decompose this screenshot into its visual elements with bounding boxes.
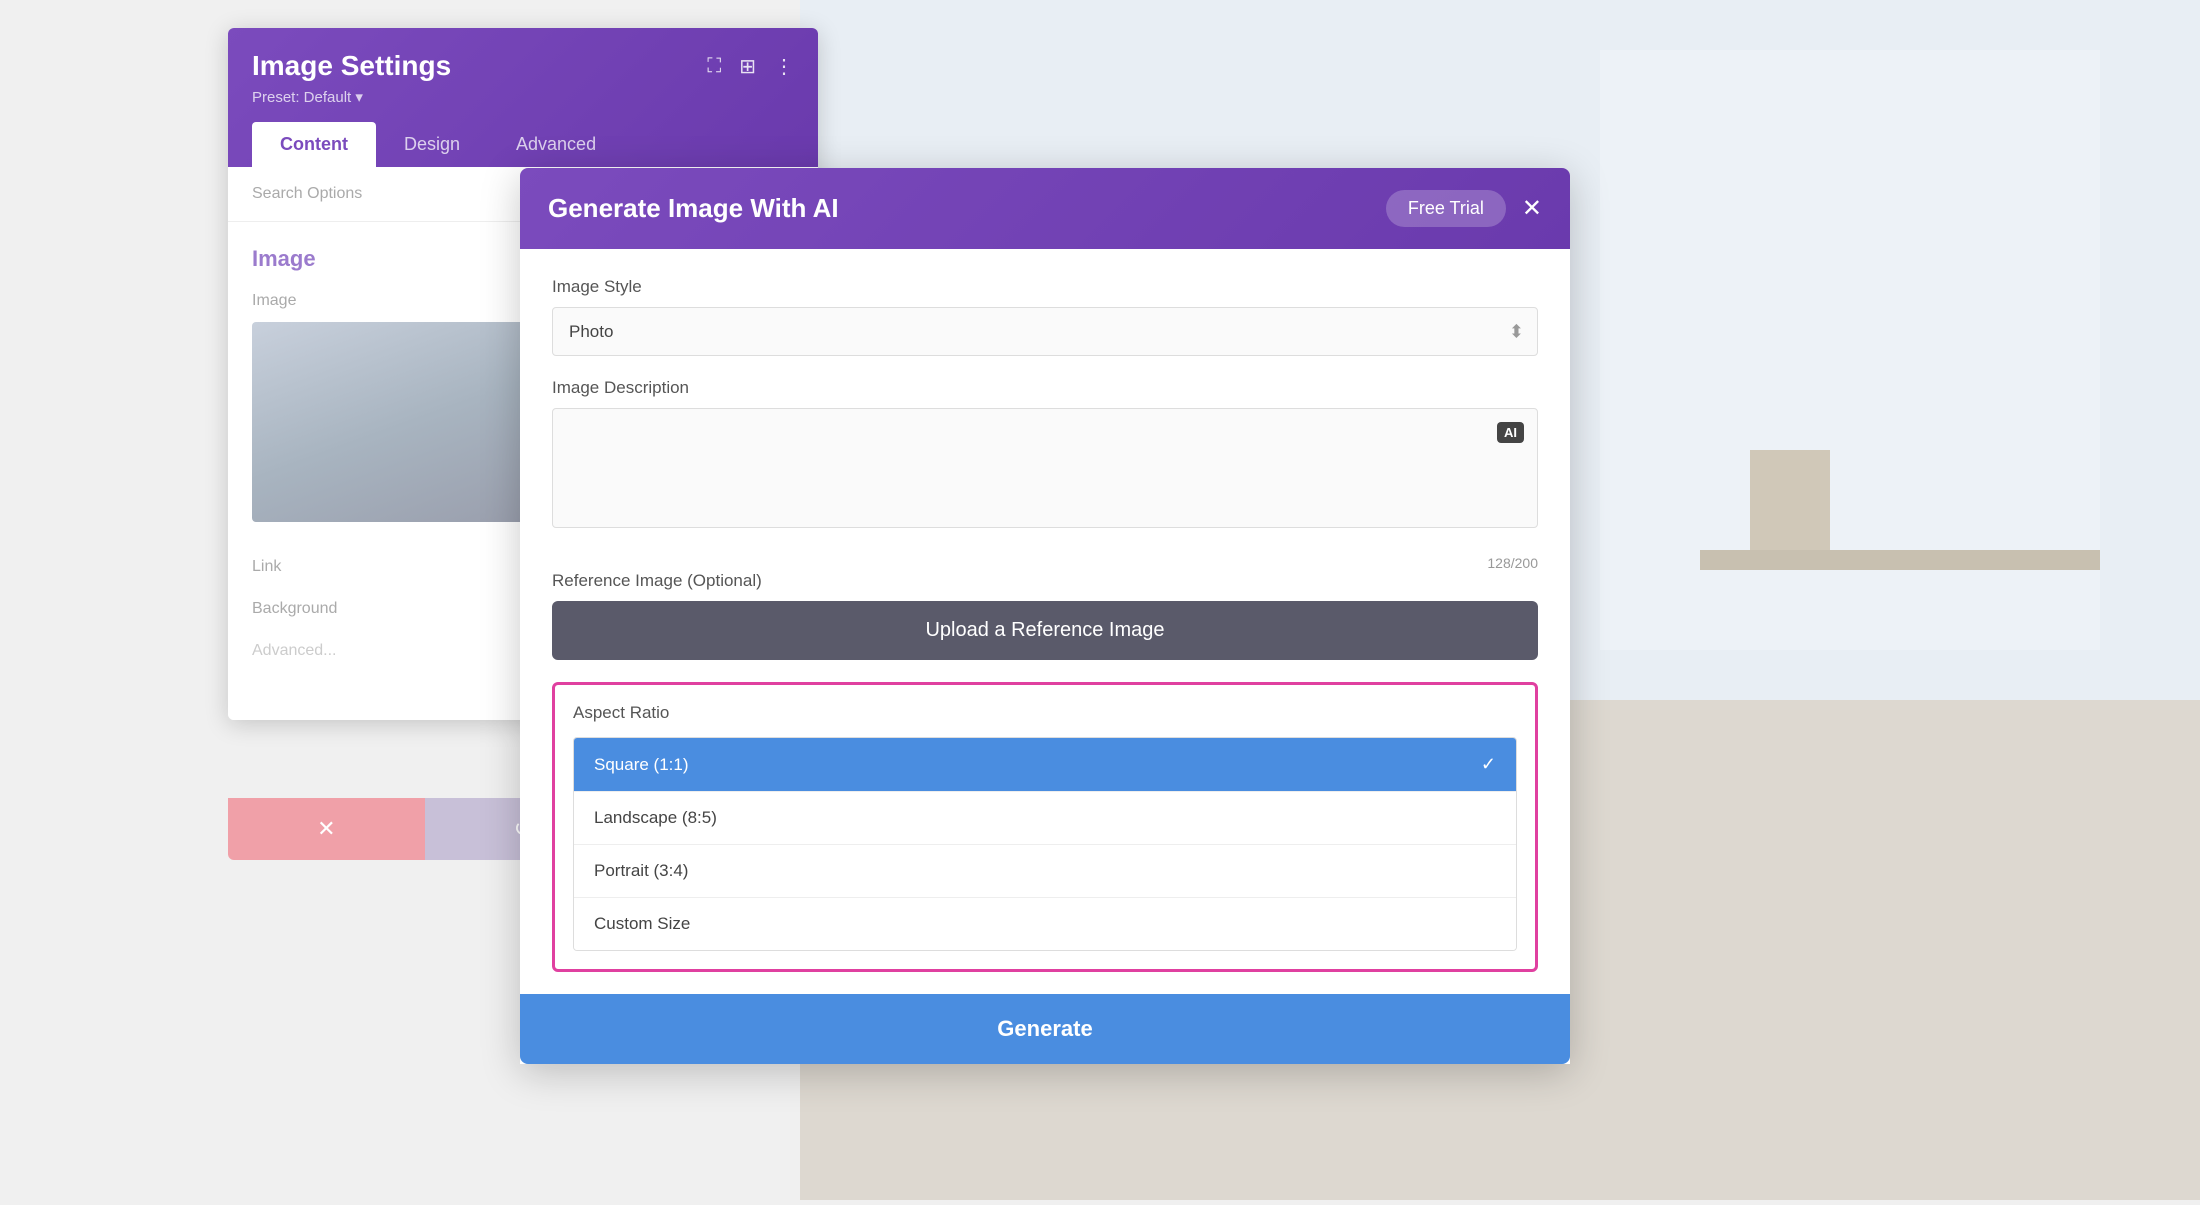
fullscreen-icon[interactable]: ⛶ — [707, 55, 721, 78]
reference-image-label: Reference Image (Optional) — [552, 571, 1538, 591]
generate-button[interactable]: Generate — [520, 994, 1570, 1064]
tab-content[interactable]: Content — [252, 122, 376, 167]
description-wrapper: AI — [552, 408, 1538, 533]
tab-advanced[interactable]: Advanced — [488, 122, 624, 167]
dropdown-item-landscape[interactable]: Landscape (8:5) — [574, 792, 1516, 845]
image-style-label: Image Style — [552, 277, 1538, 297]
dropdown-item-custom[interactable]: Custom Size — [574, 898, 1516, 950]
settings-header-top: Image Settings ⛶ ⊞ ⋮ — [252, 50, 794, 82]
free-trial-badge[interactable]: Free Trial — [1386, 190, 1506, 227]
generate-image-modal: Generate Image With AI Free Trial ✕ Imag… — [520, 168, 1570, 1064]
dropdown-item-square[interactable]: Square (1:1) ✓ — [574, 738, 1516, 792]
more-icon[interactable]: ⋮ — [774, 54, 794, 79]
modal-body: Image Style Photo ⬍ Image Description AI… — [520, 249, 1570, 1064]
image-description-label: Image Description — [552, 378, 1538, 398]
dropdown-item-portrait[interactable]: Portrait (3:4) — [574, 845, 1516, 898]
image-style-select[interactable]: Photo — [552, 307, 1538, 356]
settings-header-icons: ⛶ ⊞ ⋮ — [707, 54, 794, 79]
settings-header: Image Settings ⛶ ⊞ ⋮ Preset: Default ▾ C… — [228, 28, 818, 167]
image-description-textarea[interactable] — [552, 408, 1538, 528]
modal-close-button[interactable]: ✕ — [1522, 194, 1542, 223]
aspect-ratio-section: Aspect Ratio Square (1:1) ✓ Landscape (8… — [552, 682, 1538, 972]
columns-icon[interactable]: ⊞ — [739, 54, 756, 79]
search-placeholder-text: Search Options — [252, 185, 362, 203]
cancel-button[interactable]: ✕ — [228, 798, 425, 860]
tab-design[interactable]: Design — [376, 122, 488, 167]
settings-title: Image Settings — [252, 50, 451, 82]
ai-badge: AI — [1497, 422, 1524, 443]
modal-title: Generate Image With AI — [548, 193, 839, 224]
image-style-select-wrapper: Photo ⬍ — [552, 307, 1538, 356]
check-icon: ✓ — [1481, 754, 1496, 775]
aspect-ratio-dropdown: Square (1:1) ✓ Landscape (8:5) Portrait … — [573, 737, 1517, 951]
char-count: 128/200 — [552, 555, 1538, 571]
modal-header-right: Free Trial ✕ — [1386, 190, 1542, 227]
modal-header: Generate Image With AI Free Trial ✕ — [520, 168, 1570, 249]
aspect-ratio-title: Aspect Ratio — [573, 703, 1517, 723]
settings-tabs: Content Design Advanced — [252, 122, 794, 167]
upload-reference-image-button[interactable]: Upload a Reference Image — [552, 601, 1538, 660]
preset-label[interactable]: Preset: Default ▾ — [252, 88, 794, 106]
